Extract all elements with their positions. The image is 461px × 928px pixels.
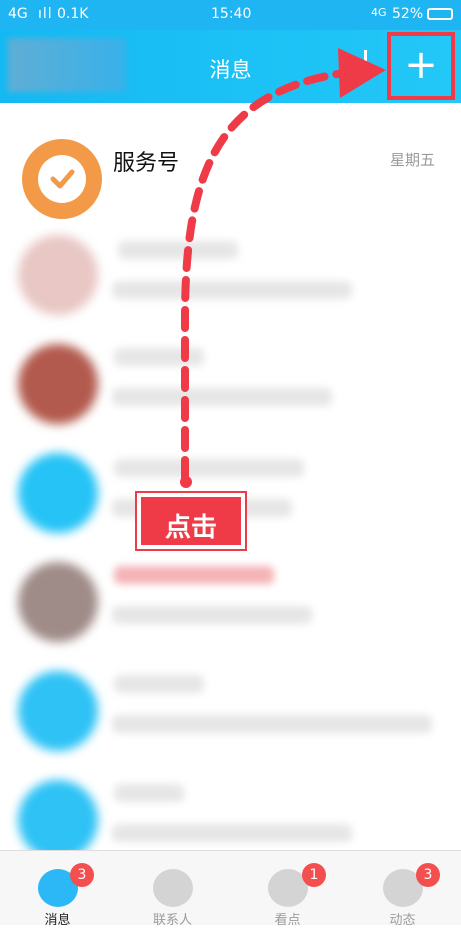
annotation-arrow	[180, 48, 386, 488]
badge-count: 3	[70, 863, 94, 887]
tab-label: 联系人	[152, 913, 192, 928]
badge-count: 3	[416, 863, 440, 887]
person-icon	[153, 869, 193, 907]
bottom-tab-bar: 3 消息 联系人 1 看点 3 动态	[0, 850, 461, 928]
tab-watch[interactable]: 1 看点	[230, 851, 345, 928]
tab-contacts[interactable]: 联系人	[115, 851, 230, 928]
badge-count: 1	[302, 863, 326, 887]
tab-activity[interactable]: 3 动态	[345, 851, 460, 928]
tab-messages[interactable]: 3 消息	[0, 851, 115, 928]
tab-label: 看点	[274, 913, 301, 928]
tab-label: 消息	[44, 913, 71, 928]
tap-hint-label: 点击	[137, 493, 245, 549]
tab-label: 动态	[389, 913, 416, 928]
tap-hint-text: 点击	[164, 513, 217, 543]
